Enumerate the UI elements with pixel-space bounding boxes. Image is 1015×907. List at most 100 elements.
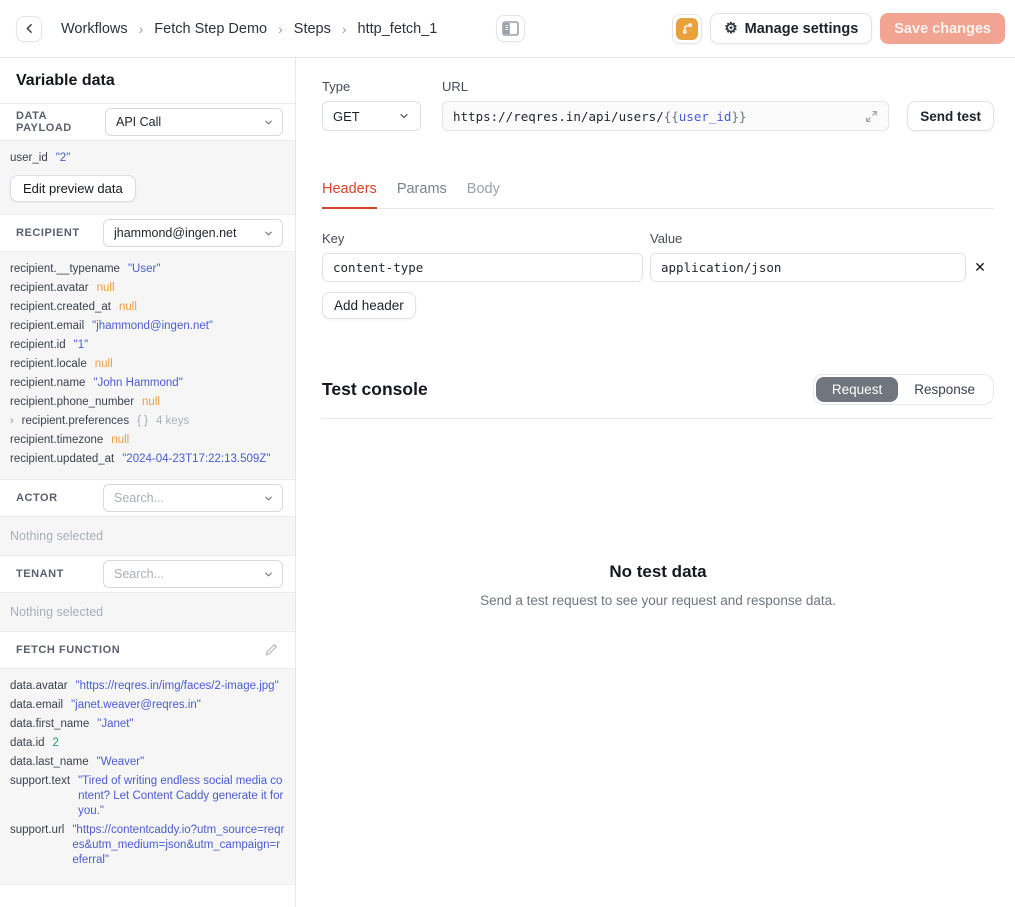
data-value: "1"	[74, 338, 89, 353]
data-key: recipient.avatar	[10, 281, 89, 296]
data-key: recipient.timezone	[10, 433, 103, 448]
edit-fetch-function-button[interactable]	[259, 640, 283, 660]
data-row: recipient.id "1"	[10, 336, 285, 355]
data-value: "janet.weaver@reqres.in"	[71, 698, 201, 713]
url-input[interactable]: https://reqres.in/api/users/{{user_id}}	[442, 101, 889, 131]
breadcrumb: › Workflows › Fetch Step Demo › Steps › …	[61, 21, 437, 37]
toggle-segment[interactable]: Response	[898, 377, 991, 402]
fetch-function-data-list: data.avatar "https://reqres.in/img/faces…	[0, 668, 295, 885]
no-test-data-empty-state: No test data Send a test request to see …	[322, 562, 994, 608]
manage-settings-button[interactable]: ⚙ Manage settings	[710, 13, 872, 44]
remove-header-button[interactable]: ✕	[966, 259, 994, 282]
fetch-function-label: FETCH FUNCTION	[16, 644, 120, 656]
expand-chevron-icon[interactable]: ›	[10, 414, 14, 429]
data-row: data.email "janet.weaver@reqres.in"	[10, 696, 285, 715]
type-label: Type	[322, 79, 421, 94]
data-key: data.email	[10, 698, 63, 713]
breadcrumb-item[interactable]: › Workflows	[61, 21, 128, 37]
recipient-section-header: RECIPIENT jhammond@ingen.net	[0, 215, 295, 251]
url-label: URL	[442, 79, 889, 94]
pencil-icon	[263, 642, 279, 658]
data-row: data.first_name "Janet"	[10, 715, 285, 734]
breadcrumb-label: Fetch Step Demo	[154, 21, 267, 37]
chevron-down-icon	[263, 117, 274, 128]
data-key: recipient.locale	[10, 357, 87, 372]
data-key: recipient.id	[10, 338, 66, 353]
data-extra: 4 keys	[156, 414, 189, 429]
chevron-down-icon	[263, 228, 274, 239]
variable-data-sidebar: Variable data DATA PAYLOAD API Call user…	[0, 58, 296, 907]
recipient-data-list: recipient.__typename "User" recipient.av…	[0, 251, 295, 480]
data-key: support.text	[10, 774, 70, 789]
data-payload-label: DATA PAYLOAD	[16, 110, 105, 134]
save-changes-button[interactable]: Save changes	[880, 13, 1005, 44]
data-key: recipient.preferences	[22, 414, 129, 429]
data-key: data.first_name	[10, 717, 89, 732]
data-key: recipient.updated_at	[10, 452, 114, 467]
data-row: recipient.avatar null	[10, 279, 285, 298]
close-icon: ✕	[974, 259, 986, 275]
recipient-select[interactable]: jhammond@ingen.net	[103, 219, 283, 247]
data-value: "John Hammond"	[93, 376, 182, 391]
tenant-empty-state: Nothing selected	[0, 592, 295, 632]
tab[interactable]: Params	[397, 181, 447, 209]
data-row: user_id "2"	[10, 149, 285, 168]
tab[interactable]: Body	[467, 181, 500, 209]
actor-section-header: ACTOR Search...	[0, 480, 295, 516]
topbar: › Workflows › Fetch Step Demo › Steps › …	[0, 0, 1015, 58]
breadcrumb-label: Workflows	[61, 21, 128, 37]
tab[interactable]: Headers	[322, 181, 377, 209]
breadcrumb-item[interactable]: › Fetch Step Demo	[128, 21, 268, 37]
value-label: Value	[650, 231, 966, 246]
data-key: data.id	[10, 736, 45, 751]
commit-status-button[interactable]	[672, 14, 702, 44]
send-test-button[interactable]: Send test	[907, 101, 994, 131]
chevron-down-icon	[398, 110, 410, 122]
data-row: data.avatar "https://reqres.in/img/faces…	[10, 677, 285, 696]
recipient-selected-value: jhammond@ingen.net	[114, 226, 237, 240]
add-header-button[interactable]: Add header	[322, 292, 416, 319]
breadcrumb-separator-icon: ›	[342, 21, 347, 37]
data-value: null	[142, 395, 160, 410]
data-value: null	[95, 357, 113, 372]
key-label: Key	[322, 231, 643, 246]
actor-label: ACTOR	[16, 492, 58, 504]
empty-state-title: No test data	[322, 562, 994, 582]
back-button[interactable]	[16, 16, 42, 42]
breadcrumb-item[interactable]: › Steps	[267, 21, 331, 37]
edit-preview-data-button[interactable]: Edit preview data	[10, 175, 136, 202]
data-row: recipient.name "John Hammond"	[10, 374, 285, 393]
chevron-down-icon	[263, 569, 274, 580]
data-value: null	[111, 433, 129, 448]
expand-icon[interactable]	[865, 110, 878, 123]
console-divider	[322, 418, 994, 419]
tenant-section-header: TENANT Search...	[0, 556, 295, 592]
data-payload-select[interactable]: API Call	[105, 108, 283, 136]
chevron-left-icon	[23, 22, 36, 35]
tenant-search-select[interactable]: Search...	[103, 560, 283, 588]
data-row: recipient.created_at null	[10, 298, 285, 317]
method-select[interactable]: GET	[322, 101, 421, 131]
data-row: recipient.timezone null	[10, 431, 285, 450]
data-value: null	[97, 281, 115, 296]
data-value: "2"	[56, 151, 71, 166]
gear-icon: ⚙	[724, 21, 737, 36]
data-key: support.url	[10, 823, 64, 838]
breadcrumb-item[interactable]: › http_fetch_1	[331, 21, 438, 37]
manage-settings-label: Manage settings	[745, 21, 859, 37]
data-key: recipient.phone_number	[10, 395, 134, 410]
data-value: "Janet"	[97, 717, 133, 732]
empty-state-subtitle: Send a test request to see your request …	[322, 593, 994, 608]
toggle-panel-button[interactable]	[496, 15, 525, 42]
header-value-input[interactable]	[650, 253, 966, 282]
method-selected-value: GET	[333, 109, 360, 124]
actor-search-select[interactable]: Search...	[103, 484, 283, 512]
toggle-segment[interactable]: Request	[816, 377, 898, 402]
tenant-label: TENANT	[16, 568, 64, 580]
data-value: "Weaver"	[97, 755, 145, 770]
data-row: data.id 2	[10, 734, 285, 753]
data-payload-section-header: DATA PAYLOAD API Call	[0, 104, 295, 140]
git-branch-icon	[676, 18, 698, 40]
header-key-input[interactable]	[322, 253, 643, 282]
tenant-search-placeholder: Search...	[114, 567, 164, 581]
